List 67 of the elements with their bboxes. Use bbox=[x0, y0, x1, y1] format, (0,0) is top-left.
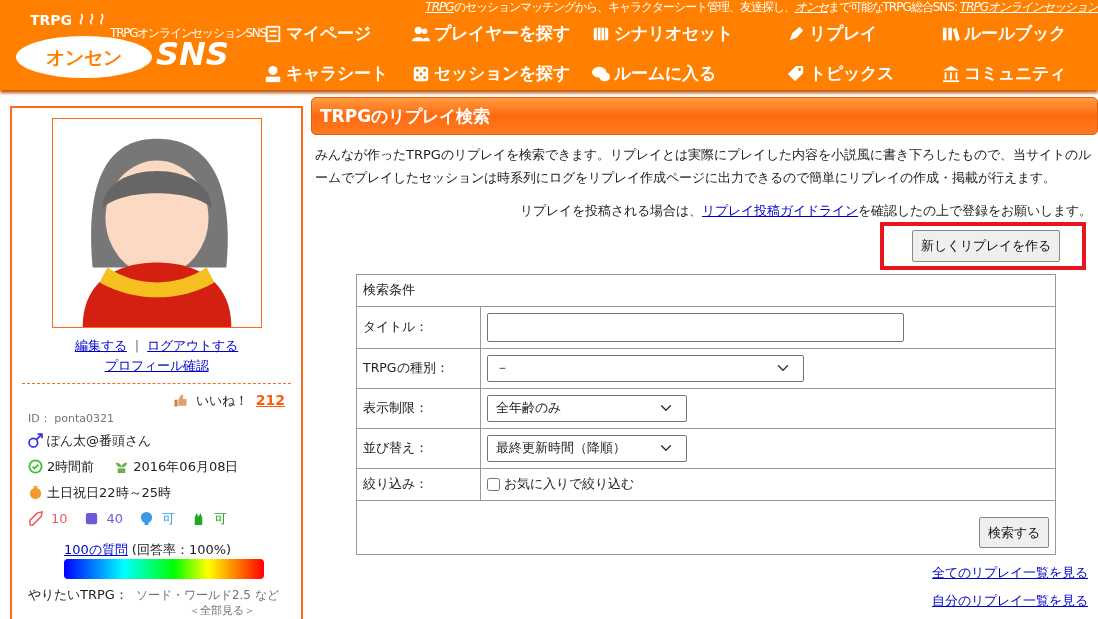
want-label: やりたいTRPG： bbox=[28, 586, 128, 604]
nav-link[interactable]: セッションを探す bbox=[412, 58, 570, 90]
building-icon bbox=[942, 65, 960, 83]
stat-value: 40 bbox=[106, 509, 124, 528]
stopwatch-icon bbox=[28, 485, 43, 500]
dropdown[interactable]: 最終更新時間（降順） bbox=[487, 434, 687, 462]
questions-link[interactable]: 100の質問 bbox=[64, 541, 128, 557]
stat-value: 可 bbox=[162, 509, 176, 528]
guideline-text: リプレイを投稿される場合は、リプレイ投稿ガイドラインを確認したの上で登録をお願いします。 bbox=[519, 202, 1092, 220]
stat-value: 可 bbox=[214, 509, 228, 528]
form-heading: 検索条件 bbox=[363, 281, 415, 297]
profile-link[interactable]: プロフィール確認 bbox=[104, 357, 209, 373]
list-link[interactable]: 自分のリプレイ一覧を見る bbox=[932, 592, 1088, 608]
field-label: 表示制限： bbox=[363, 399, 428, 415]
user-name: ぽん太@番頭さん bbox=[47, 431, 151, 450]
stat-value: 10 bbox=[51, 509, 68, 528]
nav-link[interactable]: リプレイ bbox=[787, 18, 877, 50]
clock-icon bbox=[28, 459, 43, 474]
male-icon bbox=[28, 433, 43, 448]
description: みんなが作ったTRPGのリプレイを検索できます。リプレイとは実際にプレイした内容を小説風に書き下ろしたもので、当サイトのルームでプレイしたセッションは時系列にログをリプレイ作成ページに出力できるので簡単にリプレイの作成・掲載が行えます。 bbox=[315, 146, 1092, 187]
profile-link[interactable]: 編集する bbox=[74, 336, 127, 356]
sword-icon bbox=[28, 511, 43, 526]
nav-link[interactable]: トピックス bbox=[787, 58, 894, 90]
nav-link[interactable]: ルームに入る bbox=[592, 58, 716, 90]
user-id: ID： ponta0321 bbox=[28, 411, 115, 427]
checkbox-label: お気に入りで絞り込む bbox=[504, 474, 634, 493]
book-icon bbox=[592, 25, 610, 43]
favorites-checkbox[interactable] bbox=[487, 477, 500, 491]
tag-icon bbox=[787, 65, 805, 83]
dropdown[interactable]: 全年齢のみ bbox=[487, 394, 687, 422]
field-label: 絞り込み： bbox=[363, 475, 428, 491]
nav-link[interactable]: ルールブック bbox=[942, 18, 1066, 50]
dice-icon bbox=[412, 65, 430, 83]
like-label: いいね！ bbox=[195, 391, 248, 410]
logo-text[interactable]: TRPG bbox=[30, 10, 73, 31]
field-label: タイトル： bbox=[363, 318, 428, 334]
answer-rate: (回答率：100%) bbox=[131, 541, 232, 557]
want-value: ソード・ワールド2.5 など bbox=[135, 587, 279, 604]
dice-icon bbox=[83, 511, 99, 526]
profile-link[interactable]: ログアウトする bbox=[147, 336, 239, 356]
nav-link[interactable]: コミュニティ bbox=[942, 58, 1066, 90]
user-icon bbox=[264, 65, 282, 83]
chat-icon bbox=[592, 65, 610, 83]
like-count[interactable]: 212 bbox=[255, 390, 285, 411]
field-label: TRPGの種別： bbox=[363, 359, 449, 375]
pen-icon bbox=[787, 25, 805, 43]
thumbs-up-icon bbox=[172, 393, 188, 408]
nav-link[interactable]: キャラシート bbox=[264, 58, 388, 90]
last-login: 2時間前 bbox=[47, 457, 95, 476]
separator: | bbox=[134, 337, 140, 355]
nav-link[interactable]: シナリオセット bbox=[592, 18, 733, 50]
play-time: 土日祝日22時～25時 bbox=[47, 483, 172, 502]
guideline-link[interactable]: リプレイ投稿ガイドライン bbox=[702, 203, 858, 218]
page-title: TRPGのリプレイ検索 bbox=[311, 97, 1098, 135]
nav-link[interactable]: プレイヤーを探す bbox=[412, 18, 570, 50]
users-icon bbox=[412, 25, 430, 43]
field-label: 並び替え： bbox=[363, 439, 428, 455]
trpg-type-dropdown[interactable]: － bbox=[487, 354, 804, 382]
tagline: TRPGのセッションマッチングから、キャラクターシート管理、友達探し、オンセまで可能なTRPG総合SNS: TRPGオンラインセッション bbox=[425, 0, 1098, 15]
list-link[interactable]: 全てのリプレイ一覧を見る bbox=[932, 565, 1088, 580]
books-icon bbox=[942, 25, 960, 43]
join-date: 2016年06月08日 bbox=[133, 457, 239, 476]
page-icon bbox=[264, 25, 282, 43]
title-field[interactable] bbox=[487, 312, 904, 342]
show-all-link[interactable]: ＜全部見る＞ bbox=[28, 604, 255, 617]
search-button[interactable]: 検索する bbox=[979, 516, 1049, 548]
new-replay-button[interactable]: 新しくリプレイを作る bbox=[912, 230, 1060, 262]
